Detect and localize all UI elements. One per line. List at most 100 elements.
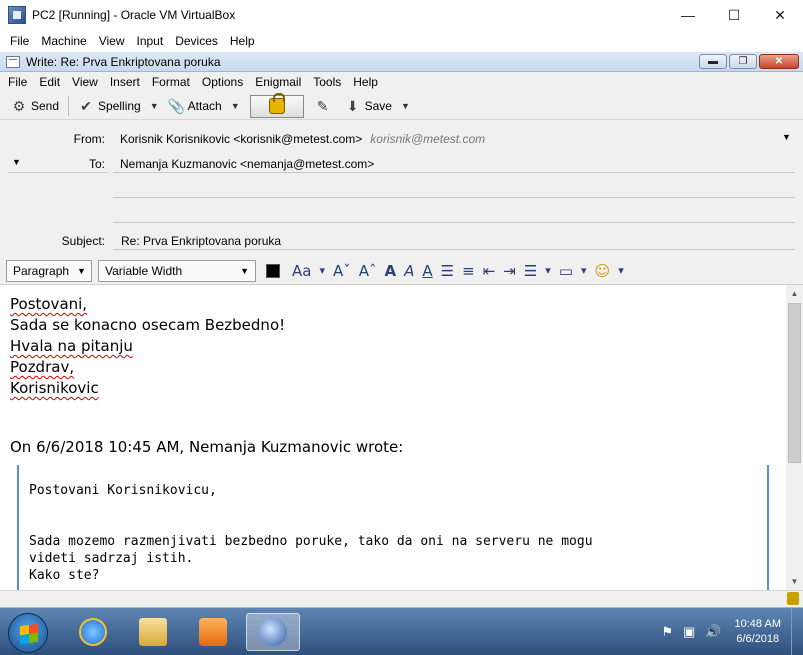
to-label: To: [88, 157, 105, 171]
clock[interactable]: 10:48 AM 6/6/2018 [735, 617, 781, 647]
outdent-icon[interactable]: ⇤ [483, 262, 496, 280]
host-menu-machine[interactable]: Machine [35, 34, 92, 48]
format-toolbar: Paragraph ▼ Variable Width ▼ Aa ▾ Aˇ Aˆ A A… [0, 257, 803, 285]
recipient-row-3[interactable] [113, 222, 795, 223]
menu-help[interactable]: Help [347, 75, 384, 89]
menu-view[interactable]: View [66, 75, 104, 89]
save-label: Save [364, 99, 392, 113]
bullet-list-icon[interactable]: ☰ [441, 262, 454, 280]
compose-restore-button[interactable]: ❐ [729, 54, 757, 69]
compose-window-title: Write: Re: Prva Enkriptovana poruka [26, 54, 221, 69]
menu-tools[interactable]: Tools [307, 75, 347, 89]
attach-button[interactable]: 📎 Attach [163, 94, 227, 118]
status-bar [0, 590, 803, 607]
send-label: Send [31, 99, 60, 113]
recipient-type-dropdown[interactable]: ▼ [12, 157, 21, 167]
spelling-dropdown[interactable]: ▼ [146, 101, 163, 111]
insert-object-icon[interactable]: ▭ [559, 262, 573, 280]
editor-scrollbar[interactable]: ▲ ▼ [786, 285, 803, 590]
start-button[interactable] [8, 613, 48, 653]
smaller-font-icon[interactable]: Aˇ [333, 262, 351, 280]
host-maximize-button[interactable]: ☐ [711, 0, 757, 30]
font-size-dropdown[interactable]: ▾ [319, 264, 325, 277]
network-icon[interactable]: ▣ [683, 624, 695, 640]
media-player-taskbar-button[interactable] [186, 613, 240, 651]
virtualbox-icon [8, 6, 26, 24]
clock-time: 10:48 AM [734, 618, 781, 630]
text-color-swatch[interactable] [266, 263, 280, 278]
save-button[interactable]: ⬇ Save [340, 94, 397, 118]
host-close-button[interactable]: ✕ [757, 0, 803, 30]
menu-file[interactable]: File [2, 75, 33, 89]
to-field[interactable]: Nemanja Kuzmanovic <nemanja@metest.com> [120, 157, 374, 171]
flag-icon[interactable]: ⚑ [661, 624, 673, 640]
host-menu-input[interactable]: Input [131, 34, 170, 48]
indent-icon[interactable]: ⇥ [503, 262, 516, 280]
compose-window-controls: ▬ ❐ ✕ [699, 54, 799, 69]
from-dropdown-arrow[interactable]: ▼ [782, 132, 791, 142]
insert-dropdown[interactable]: ▾ [581, 264, 587, 277]
checkmark-icon: ✔ [80, 98, 92, 114]
menu-enigmail[interactable]: Enigmail [249, 75, 307, 89]
recipient-row-2[interactable] [113, 197, 795, 198]
menu-edit[interactable]: Edit [33, 75, 66, 89]
from-field[interactable]: Korisnik Korisnikovic <korisnik@metest.c… [120, 132, 485, 146]
host-menu-file[interactable]: File [4, 34, 35, 48]
quote-attribution: On 6/6/2018 10:45 AM, Nemanja Kuzmanovic… [10, 438, 404, 456]
menu-format[interactable]: Format [146, 75, 196, 89]
quote-line: videti sadrzaj istih. [29, 551, 194, 566]
subject-field[interactable]: Re: Prva Enkriptovana poruka [121, 234, 281, 248]
scroll-thumb[interactable] [788, 303, 801, 463]
host-window-controls: — ☐ ✕ [665, 0, 803, 30]
compose-minimize-button[interactable]: ▬ [699, 54, 727, 69]
from-identity: korisnik@metest.com [370, 132, 486, 146]
compose-toolbar: ⚙ Send ✔ Spelling ▼ 📎 Attach ▼ ✎ ⬇ Save … [0, 93, 803, 120]
compose-window: Write: Re: Prva Enkriptovana poruka ▬ ❐ … [0, 52, 803, 607]
from-label: From: [73, 132, 105, 146]
align-icon[interactable]: ☰ [524, 262, 537, 280]
scroll-down-arrow[interactable]: ▼ [786, 573, 803, 590]
italic-icon[interactable]: A [404, 262, 414, 280]
smiley-icon[interactable]: ☺ [595, 262, 611, 280]
media-player-icon [199, 618, 227, 646]
attach-dropdown[interactable]: ▼ [227, 101, 244, 111]
underline-icon[interactable]: A [422, 262, 432, 280]
host-minimize-button[interactable]: — [665, 0, 711, 30]
menu-options[interactable]: Options [196, 75, 249, 89]
host-menu-view[interactable]: View [93, 34, 131, 48]
internet-explorer-taskbar-button[interactable] [66, 613, 120, 651]
host-menu-help[interactable]: Help [224, 34, 261, 48]
menu-insert[interactable]: Insert [104, 75, 146, 89]
save-dropdown[interactable]: ▼ [397, 101, 414, 111]
send-icon: ⚙ [12, 98, 26, 114]
font-family-select[interactable]: Variable Width ▼ [98, 259, 256, 282]
lock-icon [268, 93, 285, 114]
body-line: Postovani, [10, 295, 88, 313]
paragraph-format-select[interactable]: Paragraph ▼ [6, 259, 92, 282]
toolbar-separator [68, 96, 70, 116]
thunderbird-taskbar-button[interactable] [246, 613, 300, 651]
message-body-editor[interactable]: Postovani, Sada se konacno osecam Bezbed… [0, 285, 786, 590]
send-button[interactable]: ⚙ Send [6, 94, 64, 118]
screen: PC2 [Running] - Oracle VM VirtualBox — ☐… [0, 0, 803, 655]
security-lock-icon[interactable] [787, 592, 799, 605]
subject-label: Subject: [61, 234, 105, 248]
file-explorer-taskbar-button[interactable] [126, 613, 180, 651]
paperclip-icon: 📎 [167, 98, 186, 114]
show-desktop-button[interactable] [791, 608, 803, 655]
font-size-icon[interactable]: Aa [292, 262, 311, 280]
body-line: Korisnikovic [10, 379, 99, 397]
compose-close-button[interactable]: ✕ [759, 54, 799, 69]
spelling-button[interactable]: ✔ Spelling [73, 94, 146, 118]
sign-button[interactable]: ✎ [310, 94, 340, 118]
scroll-up-arrow[interactable]: ▲ [786, 285, 803, 302]
host-menu-devices[interactable]: Devices [169, 34, 224, 48]
numbered-list-icon[interactable]: ≡ [462, 262, 475, 280]
enigmail-encrypt-button[interactable] [249, 93, 304, 118]
save-arrow-icon: ⬇ [346, 98, 359, 114]
larger-font-icon[interactable]: Aˆ [359, 262, 377, 280]
bold-icon[interactable]: A [385, 262, 397, 280]
smiley-dropdown[interactable]: ▾ [618, 264, 624, 277]
volume-icon[interactable]: 🔊 [705, 624, 721, 640]
align-dropdown[interactable]: ▾ [545, 264, 551, 277]
